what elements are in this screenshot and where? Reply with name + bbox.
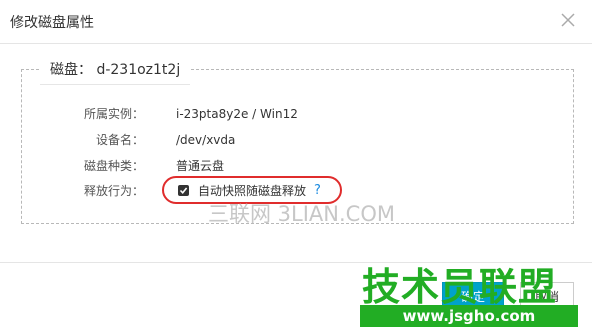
device-value: /dev/xvda [176, 133, 236, 147]
disk-legend: 磁盘： d-231oz1t2j [40, 56, 191, 85]
dialog-header: 修改磁盘属性 [0, 0, 592, 44]
field-row-instance: 所属实例： i-23pta8y2e / Win12 [0, 104, 592, 124]
watermark-sanlian: 三联网 3LIAN.COM [208, 202, 395, 226]
field-row-device: 设备名： /dev/xvda [0, 130, 592, 150]
instance-value: i-23pta8y2e / Win12 [176, 107, 298, 121]
disk-type-value: 普通云盘 [176, 159, 225, 173]
dialog-title: 修改磁盘属性 [10, 15, 94, 31]
instance-label: 所属实例： [83, 107, 144, 121]
watermark-url: www.jsgho.com [360, 305, 578, 327]
disk-type-label: 磁盘种类： [83, 159, 144, 173]
close-icon[interactable] [558, 10, 578, 30]
device-label: 设备名： [95, 133, 144, 147]
field-row-disk-type: 磁盘种类： 普通云盘 [0, 156, 592, 176]
release-label: 释放行为： [83, 184, 144, 198]
watermark-brand: 技术员联盟 [362, 265, 558, 309]
